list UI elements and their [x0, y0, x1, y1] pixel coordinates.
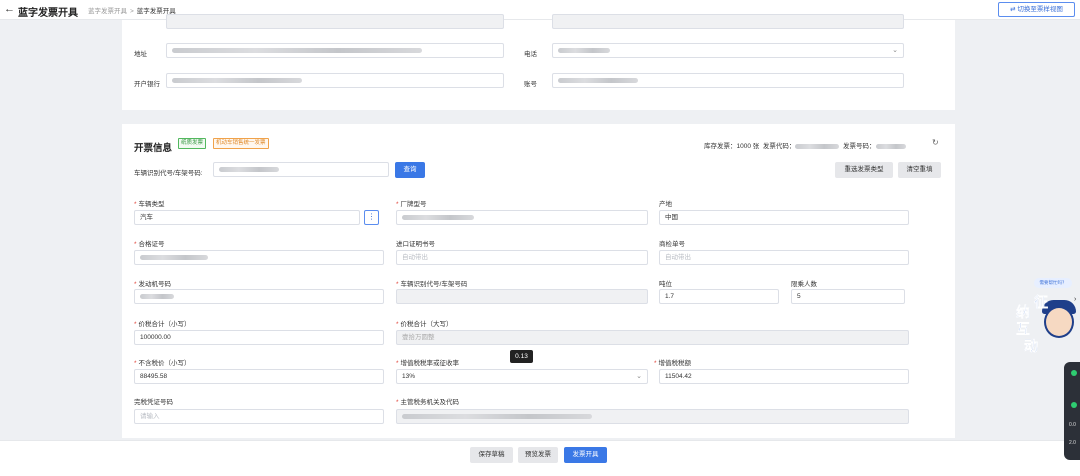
inspection-no-label: 商检单号 [659, 241, 685, 248]
price-excl-tax-label: * 不含税价（小写） [134, 360, 191, 367]
total-large-input[interactable]: 壹拾万圆整 [396, 330, 909, 345]
refresh-icon[interactable]: ↻ [932, 138, 939, 147]
side-value: 0.0 [1069, 422, 1076, 428]
certificate-no-input[interactable] [134, 250, 384, 265]
total-large-label: * 价税合计（大写） [396, 321, 453, 328]
origin-label: 产地 [659, 201, 672, 208]
chevron-down-icon: ⌄ [636, 373, 642, 380]
seats-label: 限乘人数 [791, 281, 817, 288]
reselect-invoice-type-button[interactable]: 重选发票类型 [835, 162, 893, 178]
brand-model-label: * 厂牌型号 [396, 201, 427, 208]
import-cert-no-label: 进口证明书号 [396, 241, 435, 248]
vin-search-input[interactable] [213, 162, 389, 177]
import-cert-no-input[interactable]: 自动带出 [396, 250, 648, 265]
inspection-no-input[interactable]: 自动带出 [659, 250, 909, 265]
vat-amount-label: * 增值税税额 [654, 360, 692, 367]
phone-label: 电话 [524, 51, 537, 58]
page-title: 蓝字发票开具 [18, 8, 78, 19]
engine-no-label: * 发动机号码 [134, 281, 172, 288]
address-input[interactable] [166, 43, 504, 58]
vehicle-type-input[interactable]: 汽车 [134, 210, 360, 225]
preview-invoice-button[interactable]: 预览发票 [518, 447, 558, 463]
mascot-face [1044, 306, 1074, 338]
breadcrumb-item[interactable]: 蓝字发票开具 [88, 8, 127, 15]
breadcrumb: 蓝字发票开具 > 蓝字发票开具 [88, 5, 176, 15]
invoice-info-card: 开票信息 纸质发票 机动车销售统一发票 库存发票：1000 张 发票代码： 发票… [122, 124, 955, 438]
clear-button[interactable]: 清空重填 [898, 162, 941, 178]
buyer-field-top-right[interactable] [552, 14, 904, 29]
status-dot [1071, 370, 1077, 376]
engine-no-input[interactable] [134, 289, 384, 304]
more-options-icon[interactable]: ⋮ [364, 210, 379, 225]
total-small-input[interactable]: 100000.00 [134, 330, 384, 345]
tax-authority-input[interactable] [396, 409, 909, 424]
status-dot [1071, 402, 1077, 408]
vat-amount-input[interactable]: 11504.42 [659, 369, 909, 384]
mascot-char: 征 [1034, 294, 1048, 310]
phone-select[interactable]: ⌄ [552, 43, 904, 58]
side-value: 2.0 [1069, 440, 1076, 446]
buyer-info-card: 地址 电话 ⌄ 开户银行 账号 [122, 14, 955, 110]
tax-cert-no-input[interactable]: 请输入 [134, 409, 384, 424]
price-excl-tax-input[interactable]: 88495.58 [134, 369, 384, 384]
vin-label: * 车辆识别代号/车架号码 [396, 281, 468, 288]
total-small-label: * 价税合计（小写） [134, 321, 191, 328]
certificate-no-label: * 合格证号 [134, 241, 165, 248]
vat-rate-tooltip: 0.13 [510, 350, 533, 363]
expand-arrow-icon[interactable]: › [1074, 296, 1080, 304]
vehicle-invoice-tag: 机动车销售统一发票 [213, 138, 269, 149]
paper-invoice-tag: 纸质发票 [178, 138, 207, 149]
vin-input[interactable] [396, 289, 648, 304]
vat-rate-select[interactable]: 13% ⌄ [396, 369, 648, 384]
tonnage-input[interactable]: 1.7 [659, 289, 779, 304]
bottom-action-bar: 保存草稿 预览发票 发票开具 [0, 440, 1080, 476]
mascot-char: 动 [1024, 338, 1038, 354]
vat-rate-label: * 增值税税率或征收率 [396, 360, 460, 367]
vehicle-type-label: * 车辆类型 [134, 201, 165, 208]
bank-label: 开户银行 [134, 81, 160, 88]
seats-input[interactable]: 5 [791, 289, 905, 304]
chevron-down-icon: ⌄ [892, 47, 898, 54]
help-bubble[interactable]: 需要帮忙吗？ [1034, 278, 1072, 288]
buyer-field-top[interactable] [166, 14, 504, 29]
origin-input[interactable]: 中国 [659, 210, 909, 225]
invoice-stock-info: 库存发票：1000 张 发票代码： 发票号码： [704, 140, 906, 150]
back-arrow-icon[interactable]: ← [4, 3, 15, 15]
breadcrumb-separator: > [130, 8, 134, 15]
address-label: 地址 [134, 51, 147, 58]
top-bar: ← 蓝字发票开具 蓝字发票开具 > 蓝字发票开具 ⇄ 切换至票样视图 [0, 0, 1080, 20]
tax-authority-label: * 主管税务机关及代码 [396, 399, 460, 406]
tax-cert-no-label: 完税凭证号码 [134, 399, 173, 406]
assistant-mascot-icon[interactable]: 征 纳 互 动 [1012, 292, 1078, 354]
side-status-panel: 0.0 2.0 [1064, 362, 1080, 460]
tonnage-label: 吨位 [659, 281, 672, 288]
section-title: 开票信息 [134, 143, 173, 154]
bank-input[interactable] [166, 73, 504, 88]
switch-view-button[interactable]: ⇄ 切换至票样视图 [998, 2, 1075, 17]
vin-search-label: 车辆识别代号/车架号码: [134, 170, 203, 177]
save-draft-button[interactable]: 保存草稿 [470, 447, 513, 463]
issue-invoice-button[interactable]: 发票开具 [564, 447, 607, 463]
brand-model-input[interactable] [396, 210, 648, 225]
query-button[interactable]: 查询 [395, 162, 425, 178]
account-input[interactable] [552, 73, 904, 88]
account-label: 账号 [524, 81, 537, 88]
